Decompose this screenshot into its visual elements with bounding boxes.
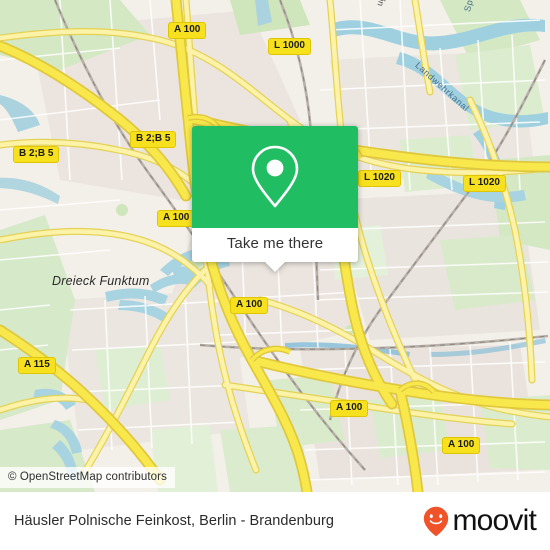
page-title: Häusler Polnische Feinkost, Berlin - Bra…	[14, 513, 334, 529]
popup-image-area	[192, 126, 358, 228]
highway-shield: L 1020	[358, 170, 401, 187]
highway-shield: B 2;B 5	[130, 131, 177, 148]
highway-shield: A 100	[168, 22, 207, 39]
highway-shield: A 100	[442, 437, 481, 454]
highway-shield: A 100	[157, 210, 196, 227]
map-popup-card[interactable]: Take me there	[192, 126, 358, 272]
popup-pointer-tail	[264, 261, 286, 272]
map-canvas[interactable]: A 100 L 1000 B 2;B 5 B 2;B 5 L 1020 L 10…	[0, 0, 550, 492]
highway-shield: A 115	[18, 357, 56, 374]
location-pin-icon	[249, 144, 301, 210]
highway-shield: A 100	[330, 400, 369, 417]
footer-bar: Häusler Polnische Feinkost, Berlin - Bra…	[0, 492, 550, 550]
moovit-wordmark: moovit	[452, 504, 536, 537]
moovit-logo[interactable]: moovit	[423, 504, 537, 537]
highway-shield: L 1000	[268, 38, 311, 55]
map-page: A 100 L 1000 B 2;B 5 B 2;B 5 L 1020 L 10…	[0, 0, 550, 550]
moovit-smiley-pin-icon	[423, 506, 449, 537]
highway-shield: A 100	[230, 297, 269, 314]
take-me-there-button[interactable]: Take me there	[192, 228, 358, 272]
highway-shield: L 1020	[463, 175, 506, 192]
take-me-there-label: Take me there	[226, 235, 324, 252]
highway-shield: B 2;B 5	[13, 146, 60, 163]
osm-attribution[interactable]: © OpenStreetMap contributors	[0, 467, 175, 488]
